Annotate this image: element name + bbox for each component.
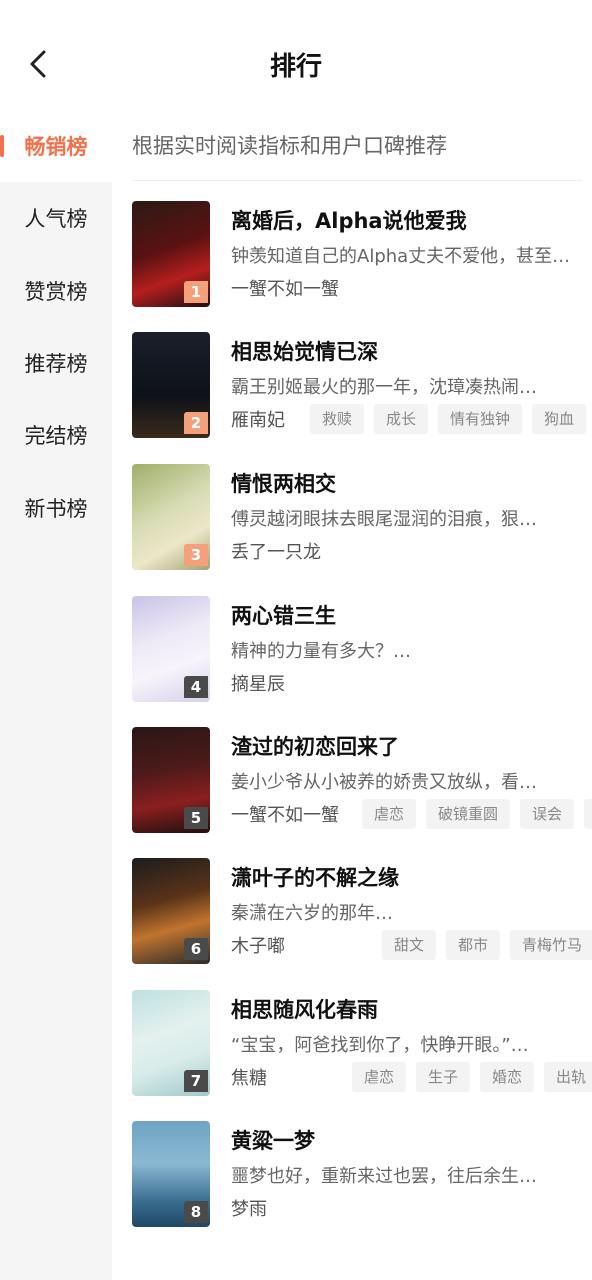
sidebar-item-popularity[interactable]: 人气榜 bbox=[0, 182, 112, 254]
rank-badge: 3 bbox=[184, 544, 208, 566]
tag[interactable]: 成长 bbox=[374, 404, 429, 434]
book-description: 傅灵越闭眼抹去眼尾湿润的泪痕，狠… bbox=[231, 509, 537, 530]
sidebar-item-reward[interactable]: 赞赏榜 bbox=[0, 255, 112, 327]
book-description: 噩梦也好，重新来过也罢，往后余生… bbox=[231, 1166, 537, 1187]
tag[interactable]: 狗血 bbox=[532, 404, 587, 434]
book-item[interactable]: 2 相思始觉情已深 霸王别姬最火的那一年，沈璋凑热闹… 雁南妃 救赎 成长 情有… bbox=[132, 332, 592, 442]
tag[interactable]: 甜 bbox=[584, 799, 592, 829]
book-title: 黄粱一梦 bbox=[231, 1129, 315, 1153]
book-title: 情恨两相交 bbox=[231, 472, 336, 496]
sidebar-item-recommend[interactable]: 推荐榜 bbox=[0, 327, 112, 399]
book-title: 渣过的初恋回来了 bbox=[231, 735, 399, 759]
tag[interactable]: 出轨 bbox=[544, 1062, 592, 1092]
tag[interactable]: 婚恋 bbox=[480, 1062, 535, 1092]
book-item[interactable]: 3 情恨两相交 傅灵越闭眼抹去眼尾湿润的泪痕，狠… 丢了一只龙 bbox=[132, 464, 592, 574]
rank-badge: 4 bbox=[184, 676, 208, 698]
book-title: 两心错三生 bbox=[231, 604, 336, 628]
book-item[interactable]: 8 黄粱一梦 噩梦也好，重新来过也罢，往后余生… 梦雨 bbox=[132, 1121, 592, 1231]
tag[interactable]: 甜文 bbox=[382, 930, 437, 960]
book-author: 焦糖 bbox=[231, 1068, 267, 1089]
book-item[interactable]: 4 两心错三生 精神的力量有多大？… 摘星辰 bbox=[132, 596, 592, 706]
book-cover: 3 bbox=[132, 464, 210, 570]
book-item[interactable]: 7 相思随风化春雨 “宝宝，阿爸找到你了，快睁开眼。”… 焦糖 虐恋 生子 婚恋… bbox=[132, 990, 592, 1100]
tag-list: 甜文 都市 青梅竹马 bbox=[382, 930, 592, 960]
book-cover: 7 bbox=[132, 990, 210, 1096]
tag[interactable]: 虐恋 bbox=[362, 799, 417, 829]
book-author: 摘星辰 bbox=[231, 674, 285, 695]
book-description: “宝宝，阿爸找到你了，快睁开眼。”… bbox=[231, 1035, 529, 1056]
sidebar-item-new[interactable]: 新书榜 bbox=[0, 472, 112, 544]
sidebar: 畅销榜 人气榜 赞赏榜 推荐榜 完结榜 新书榜 bbox=[0, 110, 112, 1280]
rank-badge: 2 bbox=[184, 412, 208, 434]
book-item[interactable]: 6 潇叶子的不解之缘 秦潇在六岁的那年… 木子嘟 甜文 都市 青梅竹马 bbox=[132, 858, 592, 968]
book-author: 丢了一只龙 bbox=[231, 542, 321, 563]
tag[interactable]: 误会 bbox=[520, 799, 575, 829]
rank-badge: 8 bbox=[184, 1201, 208, 1223]
tag-list: 虐恋 生子 婚恋 出轨 bbox=[352, 1062, 592, 1092]
book-title: 相思随风化春雨 bbox=[231, 998, 378, 1022]
book-title: 离婚后，Alpha说他爱我 bbox=[231, 209, 467, 233]
book-item[interactable]: 5 渣过的初恋回来了 姜小少爷从小被养的娇贵又放纵，看… 一蟹不如一蟹 虐恋 破… bbox=[132, 727, 592, 837]
sidebar-item-finished[interactable]: 完结榜 bbox=[0, 399, 112, 471]
book-description: 精神的力量有多大？… bbox=[231, 641, 411, 662]
sidebar-item-bestseller[interactable]: 畅销榜 bbox=[0, 110, 112, 182]
rank-badge: 7 bbox=[184, 1070, 208, 1092]
rank-badge: 5 bbox=[184, 807, 208, 829]
book-cover: 2 bbox=[132, 332, 210, 438]
book-author: 雁南妃 bbox=[231, 410, 285, 431]
book-cover: 4 bbox=[132, 596, 210, 702]
ranking-list: 根据实时阅读指标和用户口碑推荐 1 离婚后，Alpha说他爱我 钟羡知道自己的A… bbox=[112, 110, 592, 1280]
book-description: 姜小少爷从小被养的娇贵又放纵，看… bbox=[231, 772, 537, 793]
divider bbox=[132, 180, 582, 181]
book-author: 一蟹不如一蟹 bbox=[231, 805, 339, 826]
tag[interactable]: 都市 bbox=[446, 930, 501, 960]
book-description: 秦潇在六岁的那年… bbox=[231, 903, 393, 924]
list-subtitle: 根据实时阅读指标和用户口碑推荐 bbox=[132, 134, 447, 158]
page-title: 排行 bbox=[269, 52, 322, 82]
book-author: 木子嘟 bbox=[231, 936, 285, 957]
tag[interactable]: 青梅竹马 bbox=[510, 930, 592, 960]
book-item[interactable]: 1 离婚后，Alpha说他爱我 钟羡知道自己的Alpha丈夫不爱他，甚至… 一蟹… bbox=[132, 201, 592, 311]
tag[interactable]: 破镜重圆 bbox=[426, 799, 511, 829]
tag[interactable]: 虐恋 bbox=[352, 1062, 407, 1092]
tag-list: 虐恋 破镜重圆 误会 甜 bbox=[362, 799, 592, 829]
book-author: 梦雨 bbox=[231, 1199, 267, 1220]
tag[interactable]: 情有独钟 bbox=[438, 404, 523, 434]
rank-badge: 1 bbox=[184, 281, 208, 303]
book-cover: 8 bbox=[132, 1121, 210, 1227]
book-cover: 1 bbox=[132, 201, 210, 307]
tag[interactable]: 生子 bbox=[416, 1062, 471, 1092]
book-title: 潇叶子的不解之缘 bbox=[231, 866, 399, 890]
tag[interactable]: 救赎 bbox=[310, 404, 365, 434]
book-cover: 5 bbox=[132, 727, 210, 833]
book-title: 相思始觉情已深 bbox=[231, 340, 378, 364]
book-description: 钟羡知道自己的Alpha丈夫不爱他，甚至… bbox=[231, 246, 571, 267]
rank-badge: 6 bbox=[184, 938, 208, 960]
book-cover: 6 bbox=[132, 858, 210, 964]
book-author: 一蟹不如一蟹 bbox=[231, 279, 339, 300]
tag-list: 救赎 成长 情有独钟 狗血 bbox=[310, 404, 587, 434]
book-description: 霸王别姬最火的那一年，沈璋凑热闹… bbox=[231, 377, 537, 398]
